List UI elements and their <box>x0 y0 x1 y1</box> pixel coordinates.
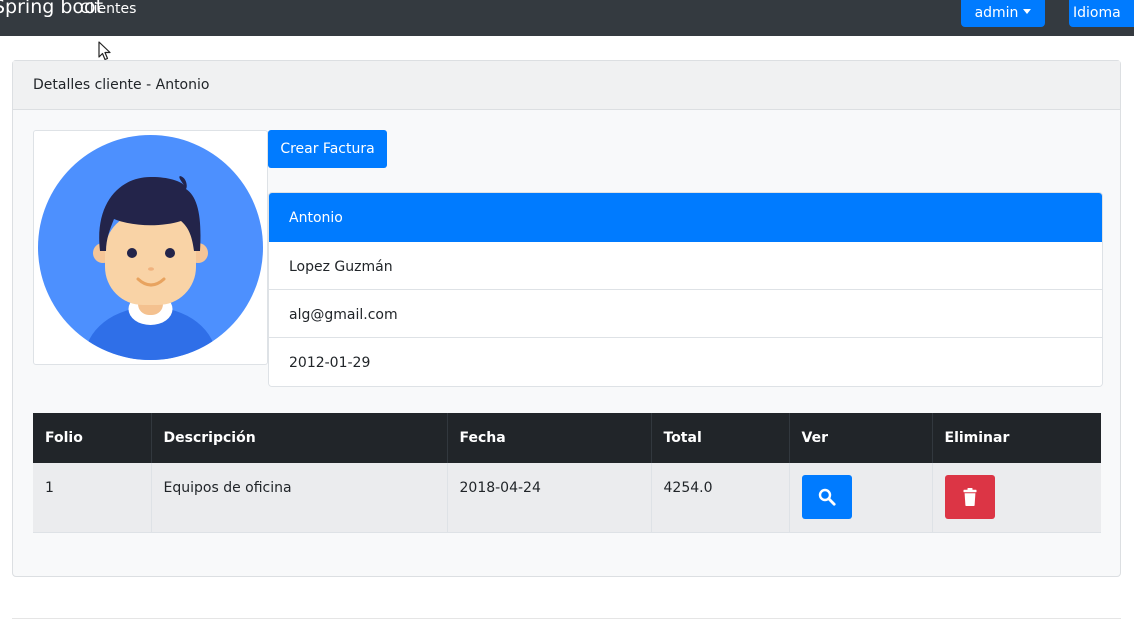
cell-descripcion: Equipos de oficina <box>151 463 448 533</box>
caret-down-icon <box>1023 9 1032 14</box>
trash-icon <box>963 488 976 506</box>
client-detail-card: Detalles cliente - Antonio Crear Factura… <box>12 60 1121 577</box>
client-name: Antonio <box>269 193 1102 242</box>
invoices-table: Folio Descripción Fecha Total Ver Elimin… <box>33 413 1101 533</box>
admin-button-label: admin <box>974 4 1019 21</box>
footer-divider <box>12 618 1121 619</box>
card-header: Detalles cliente - Antonio <box>13 61 1120 110</box>
column-header-ver: Ver <box>789 413 933 463</box>
language-dropdown-button[interactable]: Idioma <box>1069 0 1134 27</box>
table-header-row: Folio Descripción Fecha Total Ver Elimin… <box>33 413 1101 463</box>
cell-ver <box>789 463 933 533</box>
column-header-descripcion: Descripción <box>151 413 448 463</box>
delete-invoice-button[interactable] <box>944 475 995 519</box>
nav-link-clientes[interactable]: Clientes <box>80 1 136 17</box>
client-photo <box>33 130 268 365</box>
table-row: 1 Equipos de oficina 2018-04-24 4254.0 <box>33 463 1101 533</box>
column-header-folio: Folio <box>33 413 152 463</box>
search-icon <box>818 488 836 506</box>
folio-value: 1 <box>45 480 54 496</box>
total-value: 4254.0 <box>663 480 713 496</box>
client-email: alg@gmail.com <box>269 290 1102 338</box>
fecha-value: 2018-04-24 <box>459 480 541 496</box>
view-invoice-button[interactable] <box>801 475 852 519</box>
cell-eliminar <box>932 463 1101 533</box>
cell-total: 4254.0 <box>651 463 790 533</box>
descripcion-value: Equipos de oficina <box>163 480 292 496</box>
mouse-cursor-icon <box>98 41 111 61</box>
column-header-eliminar: Eliminar <box>932 413 1101 463</box>
user-avatar-icon <box>38 135 263 360</box>
navbar: Spring boot Clientes admin Idioma <box>0 0 1134 36</box>
create-invoice-button[interactable]: Crear Factura <box>268 130 387 168</box>
column-header-fecha: Fecha <box>447 413 652 463</box>
cell-fecha: 2018-04-24 <box>447 463 652 533</box>
column-header-total: Total <box>651 413 790 463</box>
language-button-label: Idioma <box>1073 4 1121 21</box>
client-surname: Lopez Guzmán <box>269 242 1102 290</box>
client-date: 2012-01-29 <box>269 338 1102 386</box>
client-info-list: Antonio Lopez Guzmán alg@gmail.com 2012-… <box>268 192 1103 387</box>
admin-dropdown-button[interactable]: admin <box>961 0 1045 27</box>
cell-folio: 1 <box>33 463 152 533</box>
